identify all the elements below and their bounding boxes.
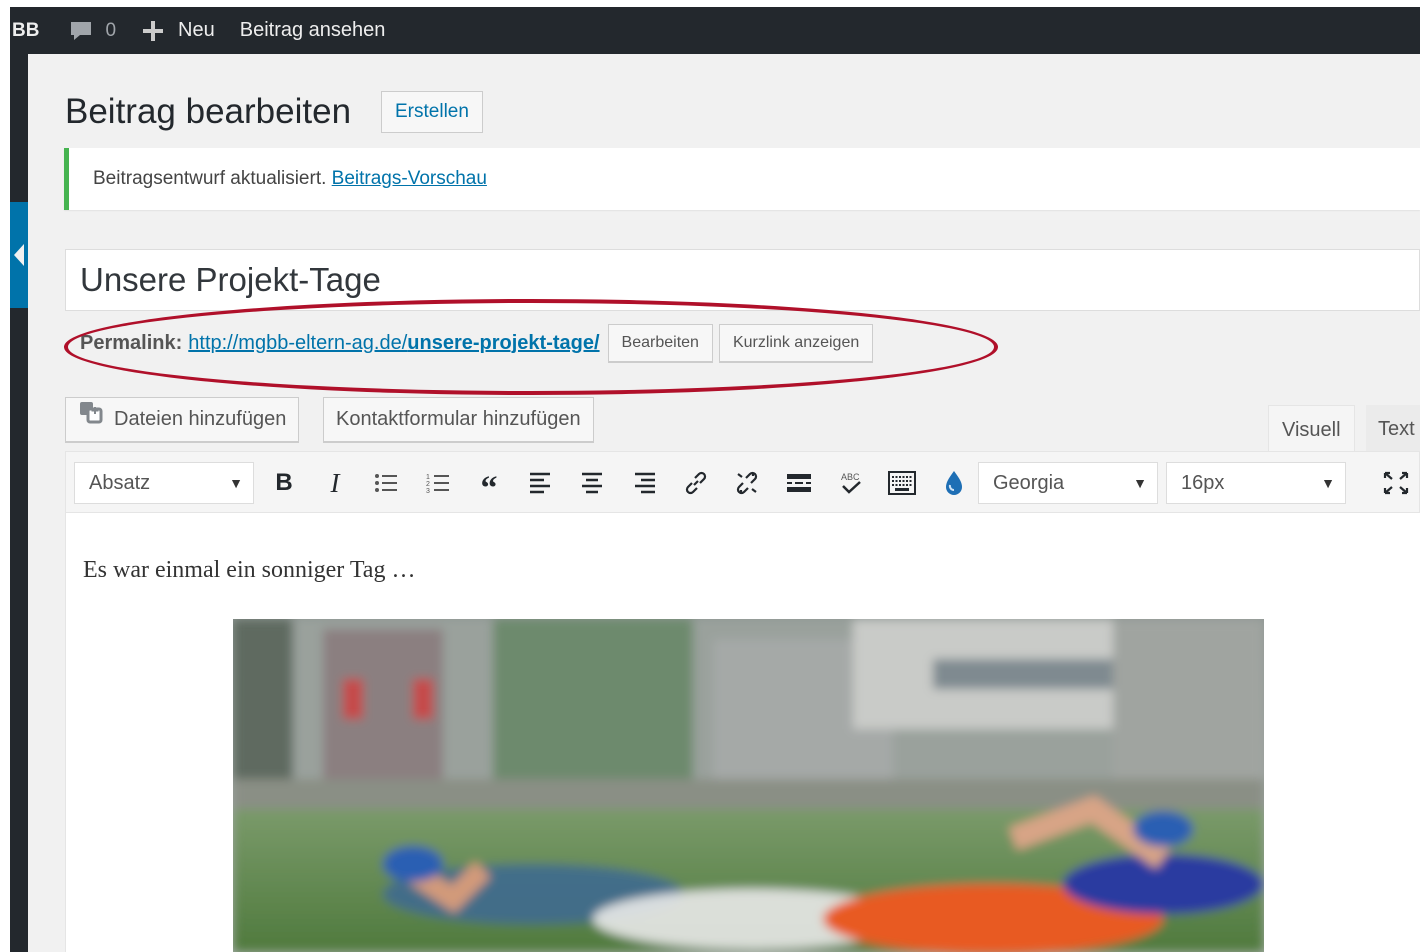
align-right-icon[interactable] (626, 466, 662, 500)
new-label: Neu (178, 19, 215, 41)
plus-icon (142, 20, 164, 42)
site-name-link[interactable]: BB (12, 7, 39, 54)
preview-link[interactable]: Beitrags-Vorschau (332, 168, 487, 189)
format-select-value: Absatz (89, 472, 151, 494)
post-image-photo (233, 619, 1264, 952)
svg-text:ABC: ABC (841, 472, 860, 482)
add-media-icon (78, 398, 104, 441)
add-files-label: Dateien hinzufügen (114, 408, 287, 430)
chevron-down-icon: ▼ (229, 475, 243, 491)
post-title-input[interactable]: Unsere Projekt-Tage (65, 249, 1420, 311)
editor-paragraph: Es war einmal ein sonniger Tag … (83, 557, 416, 583)
svg-text:2: 2 (426, 481, 430, 488)
font-family-value: Georgia (993, 472, 1065, 494)
format-select[interactable]: Absatz ▼ (74, 462, 254, 504)
main-content: Beitrag bearbeiten Erstellen Beitragsent… (28, 54, 1420, 952)
align-center-icon[interactable] (574, 466, 610, 500)
read-more-icon[interactable] (781, 466, 817, 500)
comment-bubble-icon (69, 19, 93, 43)
site-name-label: BB (12, 19, 40, 41)
contact-form-button[interactable]: Kontaktformular hinzufügen (323, 397, 594, 442)
post-image[interactable] (233, 619, 1264, 952)
align-left-icon[interactable] (523, 466, 559, 500)
editor-content-area[interactable]: Es war einmal ein sonniger Tag … (65, 513, 1420, 952)
notice-message: Beitragsentwurf aktualisiert. (93, 168, 327, 189)
permalink-url-base: http://mgbb-eltern-ag.de/ (188, 331, 408, 354)
permalink-url-slug: unsere-projekt-tage/ (407, 331, 600, 354)
tab-visual[interactable]: Visuell (1268, 405, 1355, 451)
drop-icon[interactable] (936, 466, 972, 500)
font-size-value: 16px (1181, 472, 1225, 494)
permalink-label: Permalink: (80, 331, 183, 354)
permalink-row: Permalink: http://mgbb-eltern-ag.de/unse… (80, 322, 874, 364)
font-family-select[interactable]: Georgia ▼ (978, 462, 1158, 504)
admin-bar: BB 0 Neu Beitrag ansehen (10, 7, 1420, 54)
bulleted-list-icon[interactable] (368, 466, 404, 500)
comments-link[interactable]: 0 (69, 7, 116, 54)
view-post-label: Beitrag ansehen (239, 19, 386, 41)
svg-text:1: 1 (426, 474, 430, 481)
italic-icon[interactable]: I (317, 466, 353, 500)
editor-toolbar: Absatz ▼ B I 123 “ ABC Georgia ▼ 16px ▼ (65, 451, 1420, 513)
edit-permalink-button[interactable]: Bearbeiten (607, 324, 713, 362)
remove-link-icon[interactable] (729, 466, 765, 500)
toolbar-toggle-icon[interactable] (884, 466, 920, 500)
spellcheck-icon[interactable]: ABC (833, 466, 869, 500)
svg-text:3: 3 (426, 488, 430, 494)
update-notice: Beitragsentwurf aktualisiert. Beitrags-V… (64, 148, 1420, 210)
bold-icon[interactable]: B (266, 466, 302, 500)
chevron-down-icon: ▼ (1133, 475, 1147, 491)
admin-sidebar (10, 54, 28, 952)
tab-text[interactable]: Text (1366, 405, 1420, 451)
view-post-link[interactable]: Beitrag ansehen (240, 7, 386, 54)
fullscreen-icon[interactable] (1378, 466, 1414, 500)
page-title: Beitrag bearbeiten (65, 92, 352, 131)
comments-count: 0 (105, 19, 117, 41)
blockquote-icon[interactable]: “ (471, 466, 507, 506)
create-button[interactable]: Erstellen (381, 91, 483, 133)
permalink-url[interactable]: http://mgbb-eltern-ag.de/unsere-projekt-… (188, 332, 599, 355)
add-files-button[interactable]: Dateien hinzufügen (65, 397, 300, 442)
chevron-down-icon: ▼ (1321, 475, 1335, 491)
numbered-list-icon[interactable]: 123 (420, 466, 456, 500)
new-content-link[interactable]: Neu (142, 7, 215, 54)
insert-link-icon[interactable] (678, 466, 714, 500)
font-size-select[interactable]: 16px ▼ (1166, 462, 1346, 504)
show-shortlink-button[interactable]: Kurzlink anzeigen (718, 324, 874, 362)
current-menu-indicator (10, 202, 28, 308)
